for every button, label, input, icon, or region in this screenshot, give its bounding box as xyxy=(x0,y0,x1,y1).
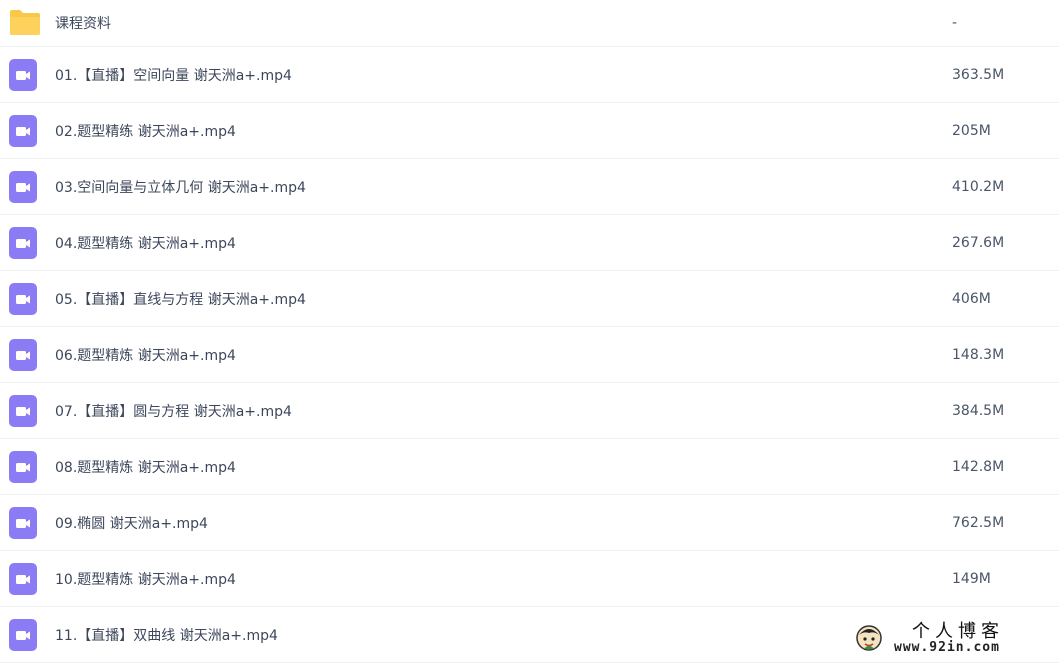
file-row[interactable]: 05.【直播】直线与方程 谢天洲a+.mp4 406M xyxy=(0,271,1059,327)
video-file-icon xyxy=(9,283,37,311)
video-file-icon xyxy=(9,563,37,591)
file-size: 762.5M xyxy=(952,515,1004,531)
file-row[interactable]: 01.【直播】空间向量 谢天洲a+.mp4 363.5M xyxy=(0,47,1059,103)
file-row[interactable]: 07.【直播】圆与方程 谢天洲a+.mp4 384.5M xyxy=(0,383,1059,439)
file-name[interactable]: 10.题型精炼 谢天洲a+.mp4 xyxy=(55,569,236,589)
file-size: 363.5M xyxy=(952,67,1004,83)
file-row[interactable]: 03.空间向量与立体几何 谢天洲a+.mp4 410.2M xyxy=(0,159,1059,215)
file-name[interactable]: 04.题型精练 谢天洲a+.mp4 xyxy=(55,233,236,253)
file-name[interactable]: 08.题型精炼 谢天洲a+.mp4 xyxy=(55,457,236,477)
video-file-icon xyxy=(9,507,37,535)
video-file-icon xyxy=(9,451,37,479)
file-row[interactable]: 06.题型精炼 谢天洲a+.mp4 148.3M xyxy=(0,327,1059,383)
file-size: 267.6M xyxy=(952,235,1004,251)
file-size: 205M xyxy=(952,123,991,139)
file-name[interactable]: 01.【直播】空间向量 谢天洲a+.mp4 xyxy=(55,65,292,85)
folder-row[interactable]: 课程资料 - xyxy=(0,0,1059,47)
file-size: - xyxy=(952,15,957,31)
file-size: 149M xyxy=(952,571,991,587)
watermark-url: www.92in.com xyxy=(894,640,1000,655)
file-list: 课程资料 - 01.【直播】空间向量 谢天洲a+.mp4 363.5M 02.题型精练 … xyxy=(0,0,1059,663)
video-file-icon xyxy=(9,619,37,647)
file-size: 406M xyxy=(952,291,991,307)
video-file-icon xyxy=(9,227,37,255)
video-file-icon xyxy=(9,59,37,87)
file-row[interactable]: 10.题型精炼 谢天洲a+.mp4 149M xyxy=(0,551,1059,607)
file-row[interactable]: 04.题型精练 谢天洲a+.mp4 267.6M xyxy=(0,215,1059,271)
video-file-icon xyxy=(9,339,37,367)
file-name[interactable]: 03.空间向量与立体几何 谢天洲a+.mp4 xyxy=(55,177,306,197)
file-size: 148.3M xyxy=(952,347,1004,363)
file-size: 384.5M xyxy=(952,403,1004,419)
file-name[interactable]: 07.【直播】圆与方程 谢天洲a+.mp4 xyxy=(55,401,292,421)
file-name[interactable]: 09.椭圆 谢天洲a+.mp4 xyxy=(55,513,208,533)
watermark-logo-icon xyxy=(854,623,884,653)
file-name[interactable]: 11.【直播】双曲线 谢天洲a+.mp4 xyxy=(55,625,278,645)
file-name[interactable]: 02.题型精练 谢天洲a+.mp4 xyxy=(55,121,236,141)
video-file-icon xyxy=(9,115,37,143)
file-size: 410.2M xyxy=(952,179,1004,195)
file-name[interactable]: 课程资料 xyxy=(55,13,111,33)
video-file-icon xyxy=(9,395,37,423)
folder-icon xyxy=(9,8,37,36)
file-name[interactable]: 06.题型精炼 谢天洲a+.mp4 xyxy=(55,345,236,365)
video-file-icon xyxy=(9,171,37,199)
file-size: 142.8M xyxy=(952,459,1004,475)
watermark: 个人博客 www.92in.com xyxy=(854,617,1049,657)
file-row[interactable]: 09.椭圆 谢天洲a+.mp4 762.5M xyxy=(0,495,1059,551)
file-row[interactable]: 02.题型精练 谢天洲a+.mp4 205M xyxy=(0,103,1059,159)
file-row[interactable]: 08.题型精炼 谢天洲a+.mp4 142.8M xyxy=(0,439,1059,495)
file-name[interactable]: 05.【直播】直线与方程 谢天洲a+.mp4 xyxy=(55,289,306,309)
